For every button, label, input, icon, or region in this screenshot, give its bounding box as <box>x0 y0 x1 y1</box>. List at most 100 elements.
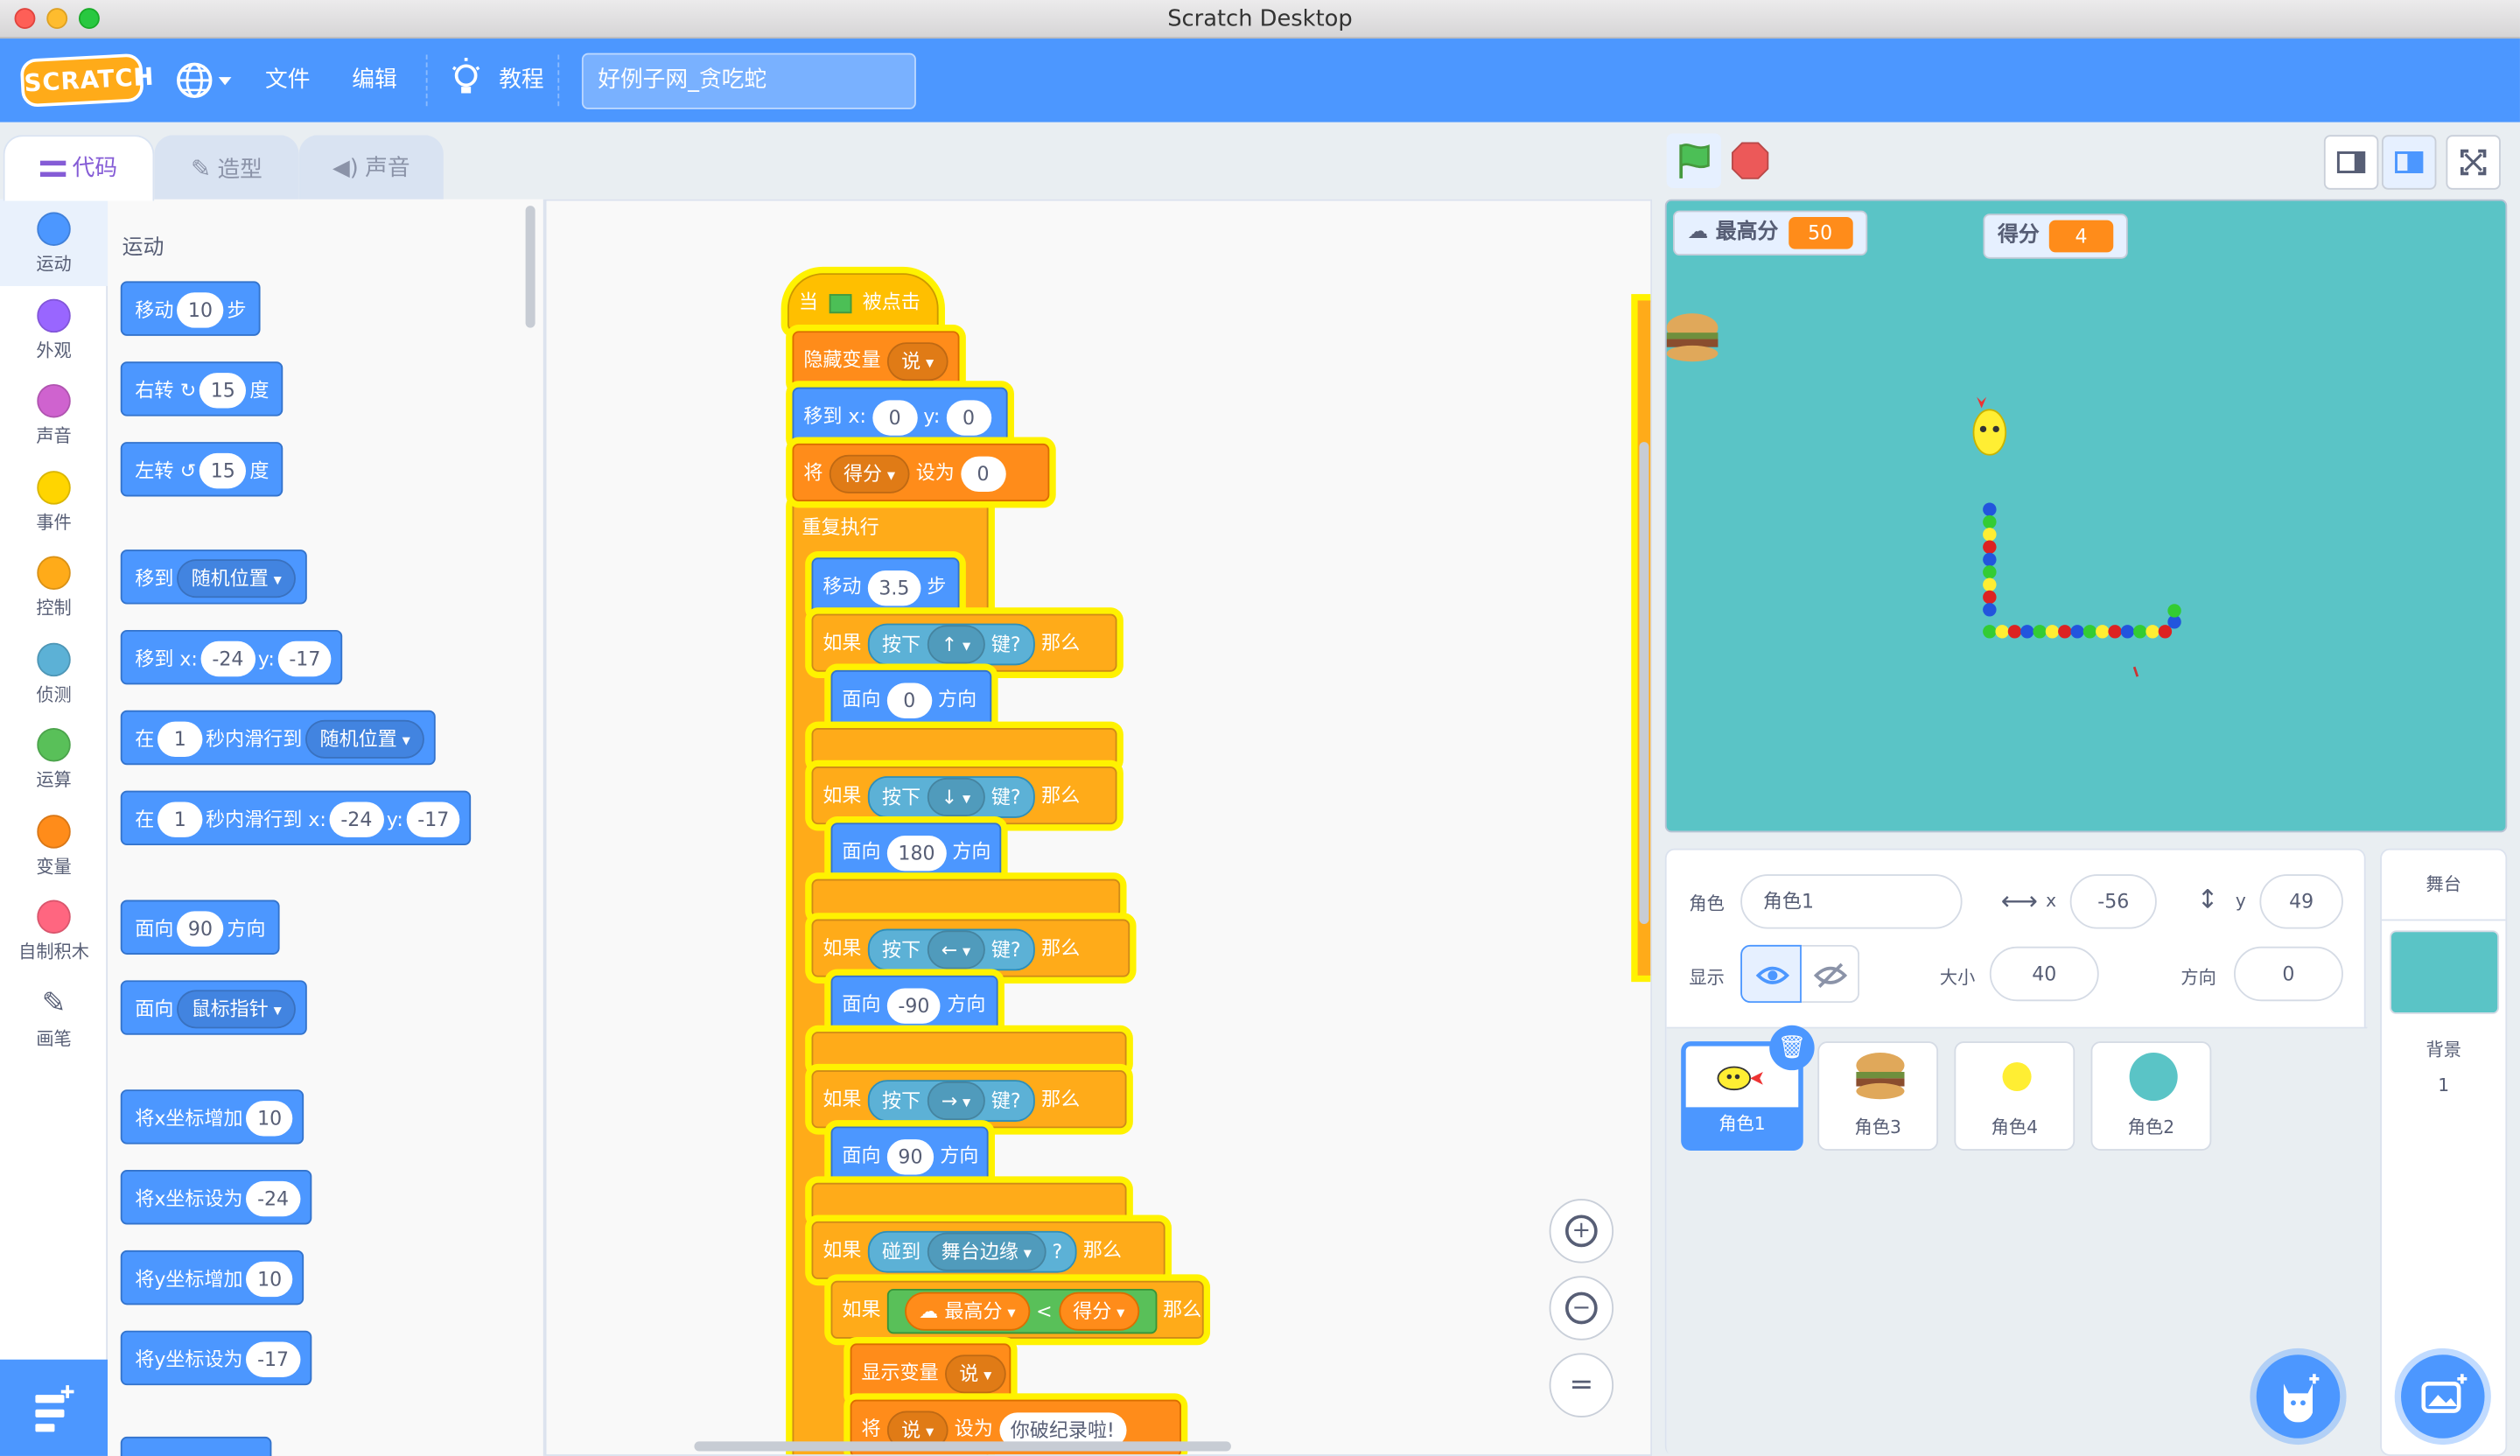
close-window-button[interactable] <box>14 8 36 30</box>
zoom-out-button[interactable]: − <box>1549 1276 1614 1340</box>
point-direction-block[interactable]: 面向 -90 方向 <box>830 975 998 1033</box>
stop-button[interactable] <box>1731 142 1769 180</box>
show-variable-block[interactable]: 显示变量 说 <box>850 1343 1012 1402</box>
if-touching-edge-block[interactable]: 如果 碰到 舞台边缘 ? 那么 <box>811 1221 1166 1279</box>
direction-input[interactable]: 180 <box>886 835 947 871</box>
size-input[interactable]: 40 <box>1989 946 2099 1002</box>
category-pen[interactable]: ✎ 画笔 <box>0 974 108 1060</box>
category-sensing[interactable]: 侦测 <box>0 630 108 717</box>
y-input[interactable]: -17 <box>246 1340 300 1377</box>
block-move-steps[interactable]: 移动 10 步 <box>120 281 262 336</box>
language-menu[interactable] <box>173 38 237 122</box>
script-hscrollbar[interactable] <box>694 1441 1231 1452</box>
goto-dropdown[interactable]: 随机位置 <box>177 558 297 598</box>
block-glide-to[interactable]: 在 1 秒内滑行到 随机位置 <box>120 710 437 766</box>
x-input[interactable]: -56 <box>2069 874 2157 929</box>
green-flag-button[interactable] <box>1666 133 1722 188</box>
category-looks[interactable]: 外观 <box>0 286 108 373</box>
move-steps-block[interactable]: 移动 3.5 步 <box>811 557 960 616</box>
direction-input[interactable]: 90 <box>886 1138 934 1174</box>
degrees-input[interactable]: 15 <box>199 372 247 408</box>
script-area[interactable]: 重复执行 当 被点击 隐藏变量 说 移到 x: 0 y: 0 将 得分 设为 0… <box>544 199 1653 1456</box>
when-flag-clicked-block[interactable]: 当 被点击 <box>787 273 939 332</box>
block-change-y[interactable]: 将y坐标增加 10 <box>120 1250 304 1306</box>
key-dropdown[interactable]: → <box>927 1082 985 1121</box>
sprite-tile-3[interactable]: 角色3 <box>1817 1041 1939 1152</box>
category-events[interactable]: 事件 <box>0 458 108 544</box>
fullscreen-button[interactable] <box>2446 135 2501 190</box>
show-sprite-button[interactable] <box>1740 944 1802 1004</box>
script-vscrollbar[interactable] <box>1639 442 1649 925</box>
add-extension-button[interactable] <box>0 1359 108 1456</box>
tab-costumes[interactable]: ✎ 造型 <box>154 135 299 201</box>
x-input[interactable]: -24 <box>329 801 384 836</box>
category-sound[interactable]: 声音 <box>0 371 108 458</box>
point-direction-block[interactable]: 面向 90 方向 <box>830 1126 989 1185</box>
delete-sprite-button[interactable]: 🗑 <box>1769 1025 1815 1071</box>
highscore-reporter[interactable]: ☁ 最高分 <box>904 1292 1031 1331</box>
touching-dropdown[interactable]: 舞台边缘 <box>927 1232 1046 1271</box>
choose-backdrop-button[interactable] <box>2401 1354 2485 1438</box>
hide-sprite-button[interactable] <box>1801 944 1860 1004</box>
category-variables[interactable]: 变量 <box>0 802 108 888</box>
stage[interactable]: ☁ 最高分 50 得分 4 <box>1664 199 2508 833</box>
direction-input[interactable]: 0 <box>886 682 932 718</box>
key-dropdown[interactable]: ← <box>927 930 985 970</box>
category-my-blocks[interactable]: 自制积木 <box>0 887 108 974</box>
hide-variable-block[interactable]: 隐藏变量 说 <box>792 331 960 389</box>
if-key-down-block[interactable]: 如果 按下 ↓ 键? 那么 <box>811 766 1117 825</box>
block-turn-right[interactable]: 右转 ↻ 15 度 <box>120 361 284 416</box>
dy-input[interactable]: 10 <box>246 1260 293 1297</box>
block-goto-xy[interactable]: 移到 x: -24 y: -17 <box>120 629 344 685</box>
block-partial[interactable] <box>120 1436 272 1456</box>
glide-dropdown[interactable]: 随机位置 <box>305 718 425 758</box>
normal-stage-button[interactable] <box>2381 135 2437 190</box>
category-motion[interactable]: 运动 <box>0 199 108 286</box>
goto-xy-block[interactable]: 移到 x: 0 y: 0 <box>792 387 1008 445</box>
point-direction-block[interactable]: 面向 180 方向 <box>830 822 1002 881</box>
steps-input[interactable]: 10 <box>177 291 224 327</box>
sprite-name-input[interactable]: 角色1 <box>1740 874 1963 929</box>
sprite-tile-4[interactable]: 角色4 <box>1954 1041 2076 1152</box>
steps-input[interactable]: 3.5 <box>867 570 921 606</box>
variable-dropdown[interactable]: 说 <box>944 1354 1006 1393</box>
x-input[interactable]: -24 <box>200 640 256 676</box>
seconds-input[interactable]: 1 <box>158 720 203 757</box>
block-point-towards[interactable]: 面向 鼠标指针 <box>120 980 308 1035</box>
block-glide-xy[interactable]: 在 1 秒内滑行到 x: -24 y: -17 <box>120 790 472 846</box>
y-input[interactable]: -17 <box>277 640 332 676</box>
key-dropdown[interactable]: ↑ <box>927 625 985 664</box>
if-key-left-block[interactable]: 如果 按下 ← 键? 那么 <box>811 919 1130 977</box>
scratch-logo[interactable]: SCRATCH <box>19 52 155 108</box>
if-key-right-block[interactable]: 如果 按下 → 键? 那么 <box>811 1070 1127 1129</box>
block-goto[interactable]: 移到 随机位置 <box>120 550 308 605</box>
file-menu[interactable]: 文件 <box>265 38 310 122</box>
x-input[interactable]: -24 <box>246 1180 300 1216</box>
dx-input[interactable]: 10 <box>246 1100 293 1136</box>
sprite-tile-2[interactable]: 角色2 <box>2090 1041 2212 1152</box>
block-set-y[interactable]: 将y坐标设为 -17 <box>120 1330 312 1386</box>
degrees-input[interactable]: 15 <box>199 452 247 488</box>
variable-dropdown[interactable]: 得分 <box>829 453 910 493</box>
direction-input[interactable]: 90 <box>177 910 224 946</box>
if-compare-block[interactable]: 如果 ☁ 最高分 < 得分 那么 <box>830 1280 1204 1339</box>
choose-sprite-button[interactable] <box>2256 1354 2341 1438</box>
zoom-in-button[interactable]: + <box>1549 1199 1614 1264</box>
edit-menu[interactable]: 编辑 <box>352 38 396 122</box>
y-input[interactable]: -17 <box>406 801 461 836</box>
block-change-x[interactable]: 将x坐标增加 10 <box>120 1089 304 1144</box>
set-variable-block[interactable]: 将 得分 设为 0 <box>792 443 1050 502</box>
value-input[interactable]: 0 <box>960 455 1006 492</box>
block-set-x[interactable]: 将x坐标设为 -24 <box>120 1170 312 1225</box>
direction-input[interactable]: 0 <box>2234 946 2343 1002</box>
variable-dropdown[interactable]: 说 <box>886 341 948 381</box>
small-stage-button[interactable] <box>2323 135 2379 190</box>
palette-scrollbar[interactable] <box>525 206 536 328</box>
seconds-input[interactable]: 1 <box>158 801 203 836</box>
block-turn-left[interactable]: 左转 ↺ 15 度 <box>120 442 284 497</box>
score-reporter[interactable]: 得分 <box>1058 1292 1139 1331</box>
y-input[interactable]: 49 <box>2259 874 2343 929</box>
minimize-window-button[interactable] <box>46 8 68 30</box>
backdrop-thumbnail[interactable] <box>2390 930 2500 1014</box>
towards-dropdown[interactable]: 鼠标指针 <box>177 989 297 1028</box>
